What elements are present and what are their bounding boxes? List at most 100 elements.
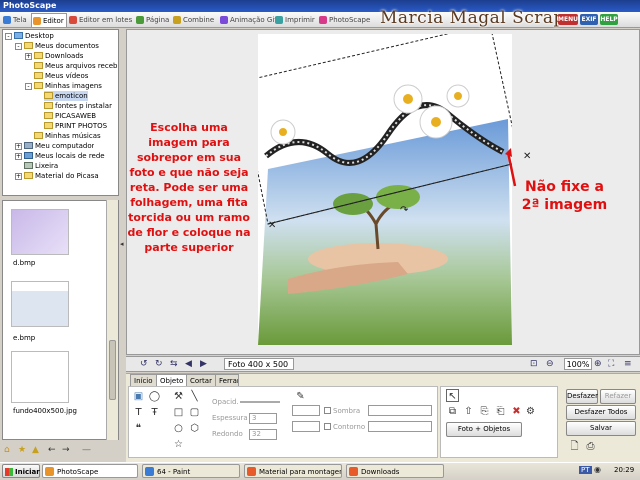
color-picker-icon[interactable]: ✎ <box>294 390 307 403</box>
collapse-arrow-icon[interactable]: ◂ <box>120 240 124 248</box>
shadow-checkbox[interactable]: Sombra <box>324 407 360 415</box>
properties-icon[interactable]: ⚙ <box>524 405 537 418</box>
tree-item-desktop[interactable]: - Desktop <box>5 31 54 41</box>
fullscreen-icon[interactable]: ⛶ <box>608 359 614 369</box>
rounded-rectangle-icon[interactable]: ▢ <box>188 406 201 419</box>
forward-icon[interactable]: → <box>62 445 70 455</box>
task-material[interactable]: Material para montagens... <box>244 464 342 478</box>
shadow-color-dropdown[interactable] <box>368 405 432 416</box>
opacity-slider[interactable] <box>240 401 280 403</box>
help-button[interactable]: HELP <box>600 14 618 25</box>
star-icon[interactable]: ★ <box>18 445 26 455</box>
fill-color-dropdown[interactable] <box>292 421 320 432</box>
rotate-right-icon[interactable]: ↻ <box>155 359 163 369</box>
tab-objeto[interactable]: Objeto <box>156 374 188 386</box>
line-icon[interactable]: ╲ <box>188 390 201 403</box>
tab-editor-em-lotes[interactable]: Editor em lotes <box>68 13 134 27</box>
tab-combine[interactable]: Combine <box>172 13 218 27</box>
undo-all-button[interactable]: Desfazer Todos <box>566 405 636 420</box>
task-paint[interactable]: 64 - Paint <box>142 464 240 478</box>
tab-ferramentas[interactable]: Ferramentas <box>215 374 239 386</box>
task-downloads[interactable]: Downloads <box>346 464 444 478</box>
contour-checkbox[interactable]: Contorno <box>324 423 365 431</box>
scrollbar-thumb[interactable] <box>109 340 116 400</box>
tab-cortar[interactable]: Cortar <box>186 374 216 386</box>
tab-animacao-gif[interactable]: Animação Gif <box>219 13 277 27</box>
tab-editor[interactable]: Editor <box>31 13 67 27</box>
image-icon[interactable]: ▣ <box>132 390 145 403</box>
tree-item-meus-documentos[interactable]: - Meus documentos <box>15 41 99 51</box>
tree-item-meus-arquivos[interactable]: Meus arquivos recebidos <box>34 61 118 71</box>
thumbnail-d-bmp[interactable] <box>11 209 69 255</box>
exif-button[interactable]: EXIF <box>580 14 598 25</box>
polygon-icon[interactable]: ⬡ <box>188 422 201 435</box>
rectangle-icon[interactable]: □ <box>172 406 185 419</box>
new-page-icon[interactable]: 🗋 <box>568 440 581 453</box>
magic-wand-icon[interactable]: ⚒ <box>172 390 185 403</box>
speech-bubble-icon[interactable]: ◯ <box>148 390 161 403</box>
redo-button[interactable]: Refazer <box>600 389 636 404</box>
start-button[interactable]: Iniciar <box>2 464 40 478</box>
paste-icon[interactable]: ⎗ <box>494 405 507 418</box>
flip-icon[interactable]: ⇆ <box>170 359 178 369</box>
thumbnail-e-bmp[interactable] <box>11 281 69 327</box>
zoom-fit-icon[interactable]: ⊡ <box>530 359 538 369</box>
thickness-field[interactable]: 3 <box>249 413 277 424</box>
rotate-left-icon[interactable]: ↺ <box>140 359 148 369</box>
tree-item-meus-videos[interactable]: Meus vídeos <box>34 71 88 81</box>
tree-item-minhas-musicas[interactable]: Minhas músicas <box>34 131 101 141</box>
tree-item-downloads[interactable]: + Downloads <box>25 51 83 61</box>
tab-inicio[interactable]: Início <box>130 374 157 386</box>
tree-item-fontes[interactable]: fontes p instalar <box>44 101 118 111</box>
tab-tela[interactable]: Tela <box>2 13 30 27</box>
tree-item-emoticon[interactable]: emoticon <box>44 91 88 101</box>
tree-item-picasaweb[interactable]: PICASAWEB <box>44 111 96 121</box>
resize-handle-icon[interactable]: ✕ <box>523 151 531 162</box>
circle-icon[interactable]: ○ <box>172 422 185 435</box>
zoom-level[interactable]: 100% <box>564 358 592 370</box>
photo-objects-button[interactable]: Foto + Objetos <box>446 422 522 437</box>
size-slider-icon[interactable]: — <box>82 445 91 455</box>
folder-up-icon[interactable]: ⌂ <box>4 445 10 455</box>
tree-item-minhas-imagens[interactable]: - Minhas imagens <box>25 81 102 91</box>
tree-item-meus-locais-de-rede[interactable]: + Meus locais de rede <box>15 151 105 161</box>
star-shape-icon[interactable]: ☆ <box>172 438 185 451</box>
layer-icon[interactable]: ⧉ <box>446 405 459 418</box>
tree-item-lixeira[interactable]: Lixeira <box>24 161 58 171</box>
tab-photoscape[interactable]: PhotoScape <box>318 13 374 27</box>
contour-color-dropdown[interactable] <box>368 421 432 432</box>
save-button[interactable]: Salvar <box>566 421 636 436</box>
next-photo-icon[interactable]: ▶ <box>200 359 207 369</box>
tree-item-print-photos[interactable]: PRINT PHOTOS <box>44 121 118 131</box>
task-photoscape[interactable]: PhotoScape <box>42 464 138 478</box>
zoom-in-icon[interactable]: ⊕ <box>594 359 602 369</box>
delete-icon[interactable]: ✖ <box>510 405 523 418</box>
tray-icon[interactable]: ◉ <box>594 465 601 474</box>
roundness-field[interactable]: 32 <box>249 429 277 440</box>
zoom-out-icon[interactable]: ⊖ <box>546 359 554 369</box>
print-icon[interactable]: ⎙ <box>584 440 597 453</box>
line-color-dropdown[interactable] <box>292 405 320 416</box>
pointer-tool-icon[interactable]: ↖ <box>446 389 459 402</box>
thumbnail-scrollbar[interactable] <box>106 200 118 440</box>
text-format-icon[interactable]: Ŧ <box>148 406 161 419</box>
menu-button[interactable]: MENU <box>558 14 578 25</box>
photo-workspace[interactable] <box>239 23 521 345</box>
favorites-icon[interactable]: ▲ <box>32 445 39 455</box>
bring-front-icon[interactable]: ⇧ <box>462 405 475 418</box>
tree-item-meu-computador[interactable]: + Meu computador <box>15 141 94 151</box>
rotate-handle-icon[interactable]: ↷ <box>400 205 408 216</box>
text-icon[interactable]: T <box>132 406 145 419</box>
thumbnail-fundo[interactable] <box>11 351 69 403</box>
prev-photo-icon[interactable]: ◀ <box>185 359 192 369</box>
menu-icon[interactable]: ≡ <box>624 359 632 369</box>
copy-icon[interactable]: ⎘ <box>478 405 491 418</box>
undo-button[interactable]: Desfazer <box>566 389 598 404</box>
resize-handle-icon[interactable]: ✕ <box>268 220 276 231</box>
language-indicator[interactable]: PT <box>579 466 592 474</box>
tab-pagina[interactable]: Página <box>135 13 171 27</box>
tab-imprimir[interactable]: Imprimir <box>274 13 317 27</box>
back-icon[interactable]: ← <box>48 445 56 455</box>
quote-icon[interactable]: ❝ <box>132 422 145 435</box>
tree-item-material-do-picasa[interactable]: + Material do Picasa <box>15 171 99 181</box>
